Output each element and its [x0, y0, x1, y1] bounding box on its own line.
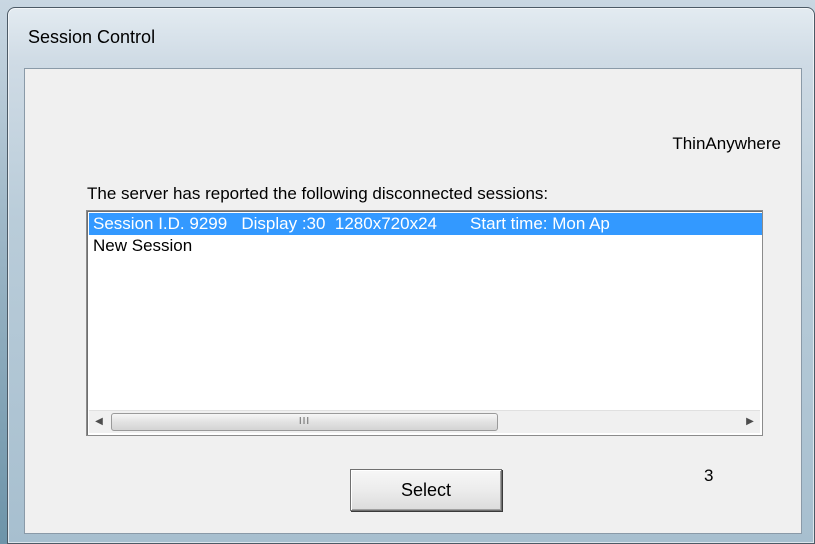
- horizontal-scrollbar[interactable]: ◀ III ▶: [89, 410, 760, 433]
- session-count: 3: [704, 466, 714, 485]
- scrollbar-thumb[interactable]: III: [111, 413, 498, 431]
- title-bar[interactable]: Session Control: [8, 8, 814, 62]
- dialog-client-area: ThinAnywhere The server has reported the…: [24, 68, 802, 534]
- grip-icon: III: [298, 416, 311, 427]
- desktop-background: Session Control ThinAnywhere The server …: [0, 0, 815, 544]
- window-title: Session Control: [28, 27, 156, 47]
- select-button[interactable]: Select: [350, 469, 502, 511]
- sessions-listbox[interactable]: Session I.D. 9299 Display :30 1280x720x2…: [86, 210, 763, 436]
- session-control-window: Session Control ThinAnywhere The server …: [7, 7, 815, 544]
- chevron-left-icon[interactable]: ◀: [89, 411, 109, 433]
- brand-label: ThinAnywhere: [672, 134, 781, 153]
- sessions-prompt: The server has reported the following di…: [87, 184, 549, 203]
- chevron-right-icon[interactable]: ▶: [740, 411, 760, 433]
- new-session-list-item[interactable]: New Session: [89, 235, 192, 257]
- session-list-item-selected[interactable]: Session I.D. 9299 Display :30 1280x720x2…: [89, 213, 762, 235]
